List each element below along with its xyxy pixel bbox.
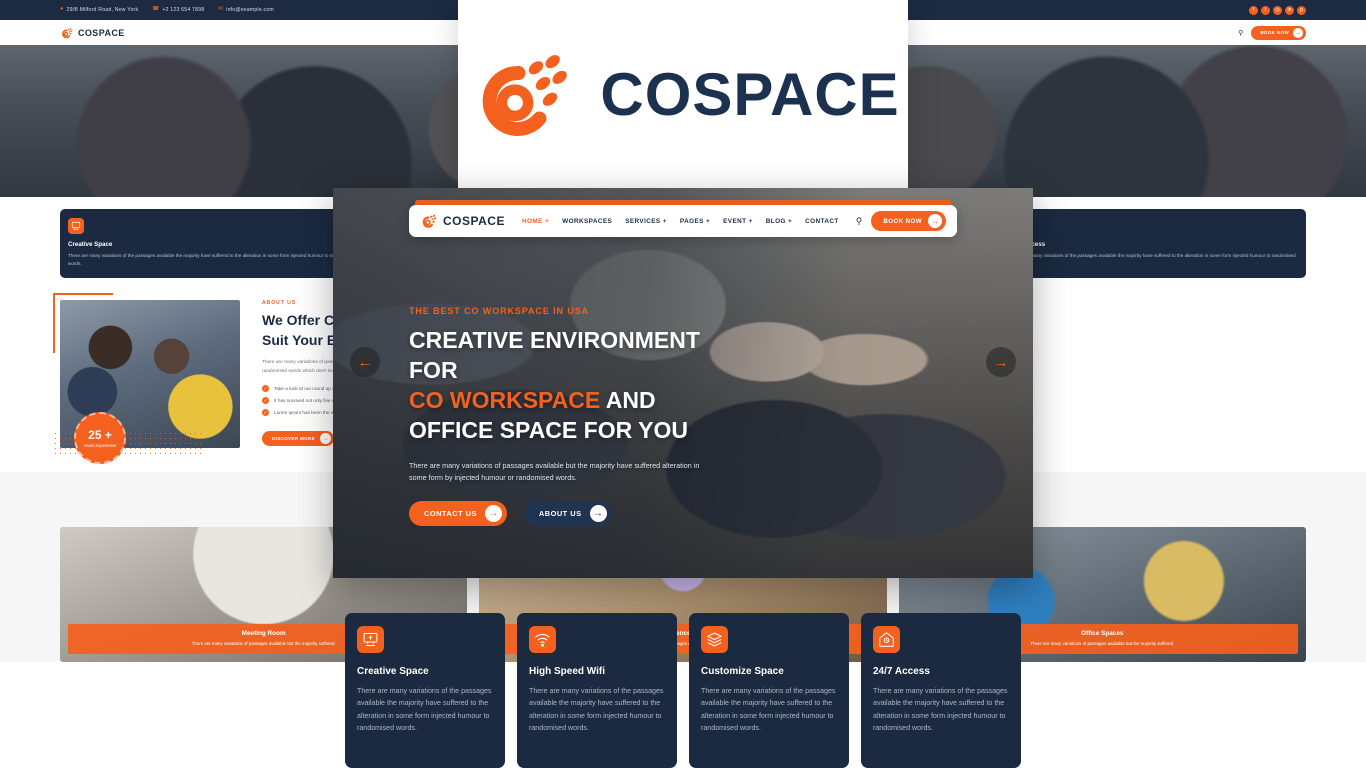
- carousel-next-button[interactable]: →: [986, 347, 1016, 377]
- phone-icon: ☎: [152, 6, 160, 13]
- feature-card[interactable]: Creative Space There are many variations…: [60, 209, 364, 279]
- check-icon: ✓: [262, 385, 269, 393]
- arrow-right-icon: →: [589, 504, 607, 522]
- brand-name: COSPACE: [78, 27, 125, 38]
- nav-item-blog[interactable]: BLOG +: [766, 218, 792, 225]
- feature-card[interactable]: High Speed Wifi There are many variation…: [517, 613, 677, 768]
- feature-text: There are many variations of the passage…: [873, 687, 1008, 733]
- modal-preview: COSPACE HOME + WORKSPACES SERVICES + PAG…: [333, 188, 1033, 578]
- discover-label: DISCOVER MORE: [272, 436, 315, 442]
- feature-text: There are many variations of the passage…: [1010, 253, 1296, 266]
- hero-eyebrow: THE BEST CO WORKSPACE IN USA: [409, 306, 590, 316]
- feature-card[interactable]: Customize Space There are many variation…: [689, 613, 849, 768]
- book-now-button[interactable]: BOOK NOW →: [871, 211, 946, 231]
- carousel-prev-button[interactable]: ←: [350, 347, 380, 377]
- experience-label: Years Experience: [83, 442, 117, 448]
- phone-item[interactable]: ☎ +2 123 654 7898: [152, 7, 204, 13]
- feature-text: There are many variations of the passage…: [357, 687, 492, 733]
- hero-subtitle: There are many variations of passages av…: [409, 460, 700, 483]
- pinterest-icon[interactable]: p: [1297, 5, 1306, 15]
- check-icon: ✓: [262, 397, 269, 405]
- arrow-right-icon: →: [319, 433, 331, 445]
- envelope-icon: ✉: [218, 6, 224, 13]
- screenshot-stage: ● 29/B Milford Road, New York ☎ +2 123 6…: [0, 0, 1366, 768]
- brand-logo[interactable]: COSPACE: [60, 26, 125, 40]
- experience-badge: 25 + Years Experience: [74, 412, 126, 465]
- feature-title: Customize Space: [701, 666, 784, 677]
- hero-cta-group: CONTACT US → ABOUT US →: [409, 500, 739, 526]
- arrow-right-icon: →: [928, 214, 942, 228]
- feature-title: Creative Space: [357, 666, 429, 677]
- instagram-icon[interactable]: ◎: [1273, 5, 1282, 15]
- feature-title: High Speed Wifi: [529, 666, 606, 677]
- about-media: 25 + Years Experience: [53, 293, 240, 465]
- creative-space-icon: [68, 218, 84, 234]
- brand-logo[interactable]: COSPACE: [420, 212, 505, 230]
- access-house-icon: [873, 626, 900, 653]
- headline-highlight: CO WORKSPACE: [409, 386, 601, 413]
- linkedin-icon[interactable]: in: [1285, 5, 1294, 15]
- headline-line1: CREATIVE ENVIRONMENT FOR: [409, 327, 700, 383]
- feature-title: Creative Space: [68, 241, 113, 248]
- twitter-icon[interactable]: t: [1261, 5, 1270, 15]
- nav-item-services[interactable]: SERVICES +: [625, 218, 667, 225]
- modal-navigation: COSPACE HOME + WORKSPACES SERVICES + PAG…: [409, 200, 957, 237]
- book-now-button[interactable]: BOOK NOW →: [1251, 25, 1306, 40]
- cospace-logo-icon: [62, 27, 73, 38]
- modal-hero-content: THE BEST CO WORKSPACE IN USA CREATIVE EN…: [409, 306, 739, 526]
- search-icon[interactable]: ⚲: [1238, 29, 1243, 37]
- nav-item-event[interactable]: EVENT +: [723, 218, 753, 225]
- location-pin-icon: ●: [60, 6, 64, 13]
- cospace-logo-icon: [483, 55, 568, 136]
- address-item: ● 29/B Milford Road, New York: [60, 7, 138, 13]
- creative-space-icon: [357, 626, 384, 653]
- about-us-label: ABOUT US: [538, 508, 582, 518]
- nav-item-home[interactable]: HOME +: [522, 218, 549, 225]
- cospace-logo-icon: [422, 214, 437, 228]
- arrow-right-icon: →: [1293, 27, 1303, 38]
- arrow-right-icon: →: [484, 504, 502, 522]
- nav-item-contact[interactable]: CONTACT: [805, 218, 839, 225]
- hero-headline: CREATIVE ENVIRONMENT FOR CO WORKSPACE AND…: [409, 326, 739, 446]
- nav-item-workspaces[interactable]: WORKSPACES: [562, 218, 612, 225]
- nav-actions: ⚲ BOOK NOW →: [1238, 25, 1306, 40]
- logo-showcase-card: COSPACE: [458, 0, 908, 188]
- modal-feature-cards: Creative Space There are many variations…: [333, 613, 1033, 768]
- nav-item-pages[interactable]: PAGES +: [680, 218, 710, 225]
- facebook-icon[interactable]: f: [1249, 5, 1258, 15]
- discover-more-button[interactable]: DISCOVER MORE →: [262, 431, 334, 447]
- check-icon: ✓: [262, 409, 269, 417]
- email-text: info@example.com: [226, 7, 274, 13]
- contact-us-label: CONTACT US: [424, 508, 477, 518]
- brand-name: COSPACE: [443, 214, 505, 228]
- email-item[interactable]: ✉ info@example.com: [218, 7, 274, 13]
- experience-number: 25 +: [88, 427, 112, 442]
- book-now-label: BOOK NOW: [1260, 30, 1289, 35]
- logo-wordmark: COSPACE: [600, 60, 900, 128]
- layers-icon: [701, 626, 728, 653]
- feature-text: There are many variations of the passage…: [701, 687, 836, 733]
- phone-text: +2 123 654 7898: [162, 7, 205, 13]
- contact-us-button[interactable]: CONTACT US →: [409, 500, 507, 526]
- feature-text: There are many variations of the passage…: [68, 253, 354, 267]
- wifi-icon: [529, 626, 556, 653]
- nav-menu: HOME + WORKSPACES SERVICES + PAGES + EVE…: [522, 218, 839, 225]
- address-text: 29/B Milford Road, New York: [66, 7, 139, 13]
- search-icon[interactable]: ⚲: [856, 216, 863, 227]
- feature-card[interactable]: 24/7 Access There are many variations of…: [1002, 209, 1306, 279]
- about-us-button[interactable]: ABOUT US →: [523, 500, 612, 526]
- top-contact-group: ● 29/B Milford Road, New York ☎ +2 123 6…: [60, 7, 274, 13]
- feature-card[interactable]: 24/7 Access There are many variations of…: [861, 613, 1021, 768]
- feature-text: There are many variations of the passage…: [529, 687, 664, 733]
- feature-title: 24/7 Access: [873, 666, 930, 677]
- feature-title: 24/7 Access: [1010, 241, 1046, 248]
- social-links: f t ◎ in p: [1249, 5, 1306, 15]
- feature-card[interactable]: Creative Space There are many variations…: [345, 613, 505, 768]
- book-now-label: BOOK NOW: [883, 217, 922, 225]
